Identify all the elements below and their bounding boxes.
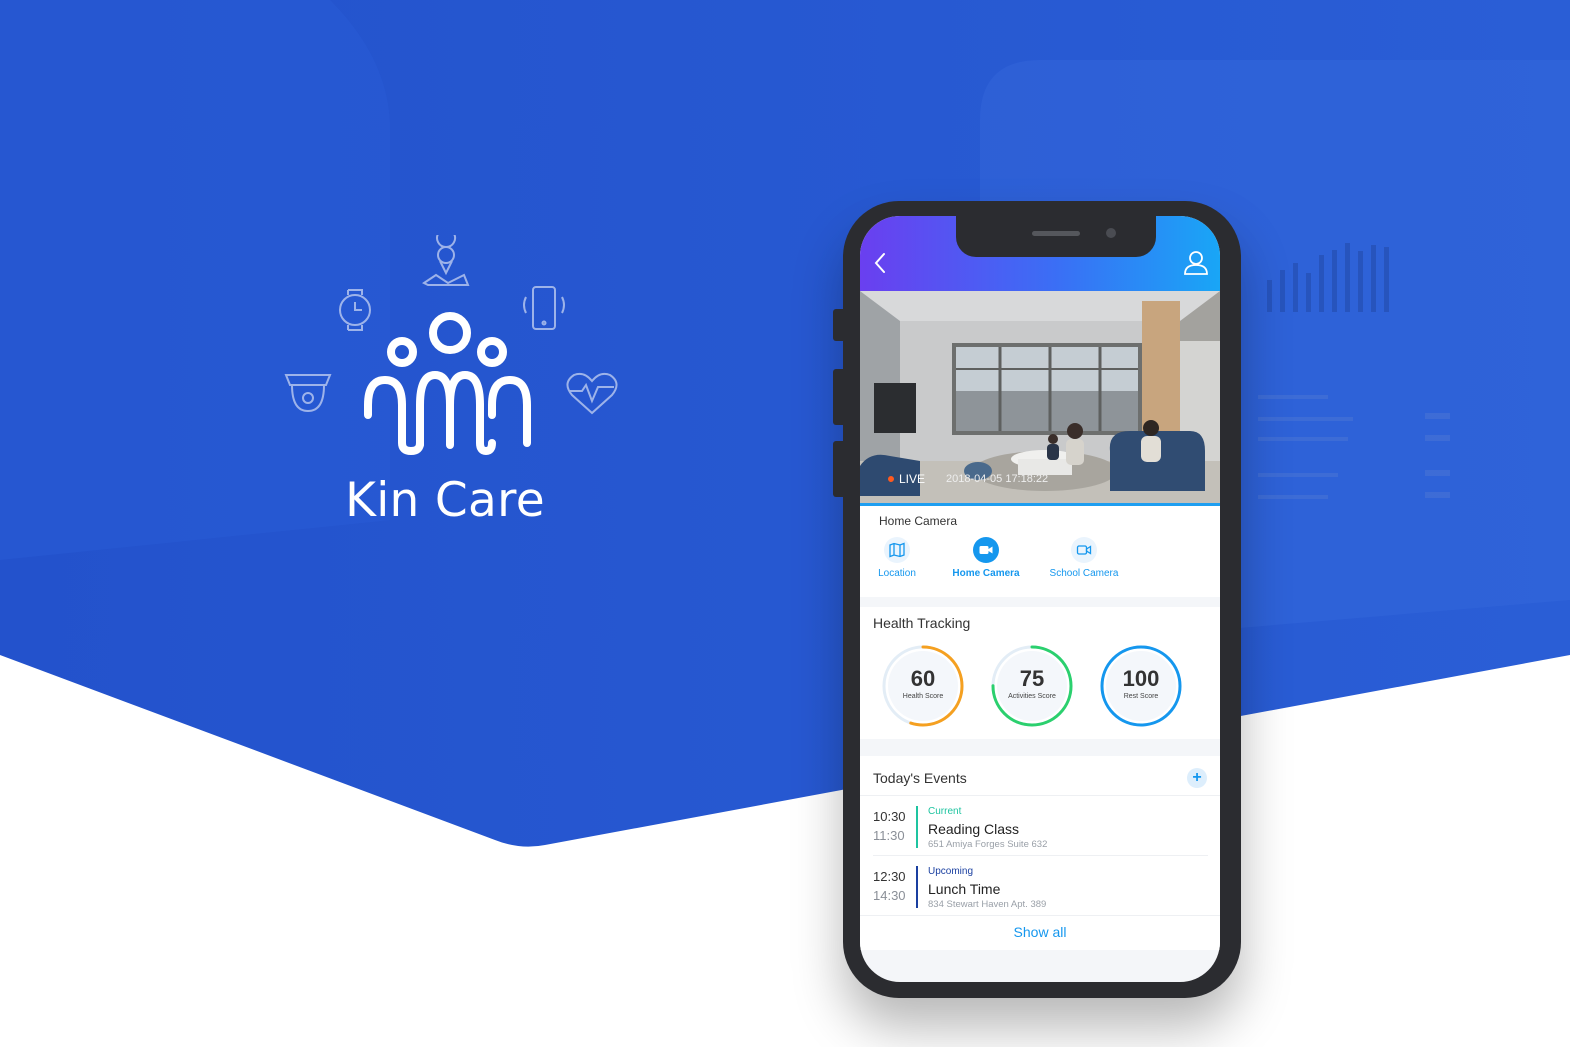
phone-mockup: LIVE 2018-04-05 17:18:22 Home Camera Loc… (833, 201, 1241, 998)
background-dashboard (1240, 155, 1490, 525)
phone-speaker (1032, 231, 1080, 236)
brand-logo (284, 235, 618, 456)
gauge-label: Rest Score (1123, 693, 1159, 700)
event-status: Upcoming (928, 866, 974, 877)
live-dot-icon (888, 476, 894, 482)
tab-location-label: Location (878, 568, 916, 579)
event-status-bar (916, 806, 918, 848)
gauge-value: 60 (910, 666, 936, 691)
event-name: Lunch Time (928, 881, 1001, 897)
brand-block: Kin Care (270, 235, 630, 535)
smartphone-icon (523, 286, 565, 330)
gauge-value: 75 (1019, 666, 1045, 691)
phone-volume-down (833, 441, 843, 497)
gauge-label: Activities Score (1008, 693, 1056, 700)
event-end-time: 11:30 (873, 828, 905, 843)
tab-home-camera[interactable]: Home Camera (936, 537, 1036, 579)
event-status-bar (916, 866, 918, 908)
event-address: 651 Amiya Forges Suite 632 (928, 839, 1048, 850)
health-tracking-card: Health Tracking 60 Health Score 75 Activit… (860, 607, 1220, 739)
events-title: Today's Events (873, 770, 967, 786)
divider (860, 915, 1220, 916)
event-item[interactable]: 12:30 14:30 Upcoming Lunch Time 834 Stew… (860, 860, 1220, 918)
activities-score-gauge[interactable]: 75 Activities Score (987, 641, 1077, 731)
heart-rate-icon (566, 372, 618, 415)
divider (860, 795, 1220, 796)
phone-screen: LIVE 2018-04-05 17:18:22 Home Camera Loc… (860, 216, 1220, 982)
live-indicator: LIVE (888, 472, 925, 486)
security-camera-icon (284, 374, 332, 413)
phone-notch (956, 216, 1156, 257)
live-label: LIVE (899, 472, 926, 486)
back-arrow-icon[interactable] (870, 250, 892, 276)
event-status: Current (928, 806, 962, 817)
camera-timestamp: 2018-04-05 17:18:22 (946, 473, 1049, 485)
event-address: 834 Stewart Haven Apt. 389 (928, 899, 1047, 910)
event-start-time: 10:30 (873, 809, 906, 824)
live-camera-feed[interactable]: LIVE 2018-04-05 17:18:22 (860, 291, 1220, 505)
event-end-time: 14:30 (873, 888, 906, 903)
user-profile-icon[interactable] (1182, 248, 1210, 276)
event-name: Reading Class (928, 821, 1020, 837)
brand-name: Kin Care (345, 473, 545, 528)
map-icon (884, 537, 910, 563)
gauge-label: Health Score (902, 693, 944, 700)
phone-volume-up (833, 369, 843, 425)
video-camera-icon (973, 537, 999, 563)
divider (873, 855, 1208, 856)
todays-events-card: Today's Events + 10:30 11:30 Current Rea… (860, 756, 1220, 950)
phone-front-camera (1106, 228, 1116, 238)
tab-home-camera-label: Home Camera (952, 568, 1020, 579)
gauge-value: 100 (1122, 666, 1160, 691)
tab-school-camera[interactable]: School Camera (1034, 537, 1134, 579)
rest-score-gauge[interactable]: 100 Rest Score (1096, 641, 1186, 731)
camera-section-title: Home Camera (879, 514, 958, 528)
add-event-button[interactable]: + (1187, 768, 1207, 788)
show-all-link[interactable]: Show all (860, 924, 1220, 940)
health-score-gauge[interactable]: 60 Health Score (878, 641, 968, 731)
tab-location[interactable]: Location (860, 537, 947, 579)
video-outline-icon (1071, 537, 1097, 563)
watch-icon (339, 289, 371, 331)
camera-selector-card: Home Camera Location Home Camera School … (860, 506, 1220, 597)
event-start-time: 12:30 (873, 869, 906, 884)
family-icon (364, 312, 531, 456)
tab-school-camera-label: School Camera (1049, 568, 1119, 579)
map-pin-icon (422, 235, 470, 286)
phone-mute-switch (833, 309, 843, 341)
health-title: Health Tracking (873, 615, 971, 631)
event-item[interactable]: 10:30 11:30 Current Reading Class 651 Am… (860, 800, 1220, 858)
